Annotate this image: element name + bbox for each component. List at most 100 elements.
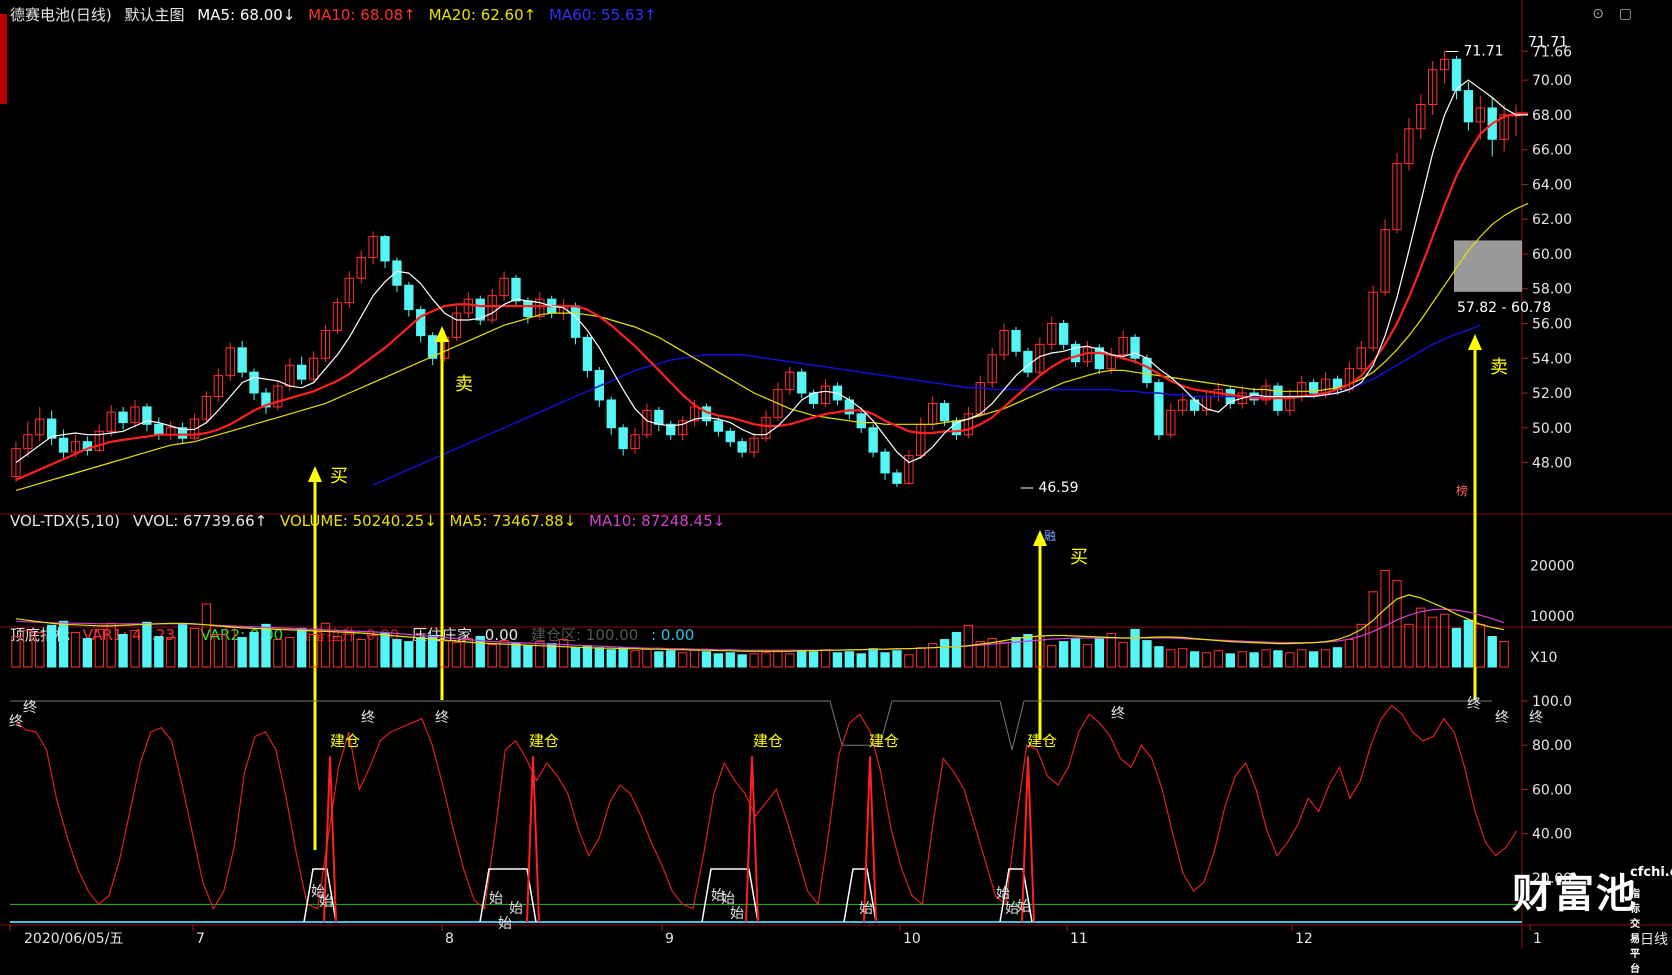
- volume-bar: [332, 636, 343, 668]
- volume-bar: [844, 651, 855, 668]
- build-label: 建仓: [1027, 732, 1057, 750]
- volume-bar: [297, 627, 307, 668]
- price-tick-label: 56.00: [1532, 316, 1572, 332]
- watermark-slogan: 指标交易平台: [1630, 889, 1640, 975]
- candle-body: [1451, 58, 1462, 92]
- build-spike: [745, 756, 759, 923]
- resistance-zone: [1454, 240, 1522, 292]
- volume-bar: [23, 629, 33, 668]
- volume-bar: [904, 654, 914, 668]
- volume-bar: [999, 642, 1009, 668]
- volume-bar: [654, 651, 664, 668]
- volume-bar: [82, 638, 93, 668]
- date-label: 1: [1533, 931, 1542, 947]
- ind-tick-label: 100.0: [1532, 694, 1572, 710]
- date-label: 12: [1295, 931, 1313, 947]
- volume-bar: [1487, 636, 1497, 668]
- volume-bar: [189, 627, 200, 668]
- start-label: 始: [730, 906, 744, 922]
- candle-body: [1023, 350, 1033, 373]
- candle-body: [237, 347, 247, 373]
- volume-bar: [58, 620, 69, 668]
- volume-bar: [785, 653, 795, 668]
- candle-body: [118, 411, 128, 424]
- candle-body: [880, 451, 890, 474]
- volume-bar: [213, 633, 224, 668]
- buy-label: 买: [330, 466, 348, 487]
- volume-bar: [725, 652, 735, 668]
- volume-bar: [261, 623, 271, 668]
- volume-bar: [237, 637, 247, 668]
- candle-body: [868, 427, 878, 453]
- volume-bar: [1297, 649, 1307, 668]
- price-tick-label: 68.00: [1532, 108, 1572, 124]
- chart-stage: 德赛电池(日线) 默认主图 MA5: 68.00↓ MA10: 68.08↑ M…: [0, 0, 1672, 975]
- volume-bar: [154, 636, 164, 668]
- candle-body: [297, 364, 307, 380]
- build-spike: [863, 756, 877, 923]
- volume-bar: [1118, 642, 1128, 668]
- ma5-line: [15, 79, 1528, 464]
- vol-unit-label: X10: [1530, 650, 1557, 666]
- volume-bar: [70, 631, 81, 668]
- volume-bar: [880, 652, 890, 668]
- build-label: 建仓: [330, 732, 360, 750]
- build-spike: [526, 756, 540, 923]
- volume-bar: [166, 637, 176, 668]
- volume-bar: [177, 623, 188, 668]
- price-tick-label: 58.00: [1532, 282, 1572, 298]
- candle-body: [1130, 336, 1140, 359]
- volume-bar: [404, 641, 414, 668]
- end-label: 终: [1495, 710, 1509, 726]
- volume-bar: [1332, 647, 1343, 668]
- start-label: 始: [1017, 899, 1031, 915]
- price-tick-label: 60.00: [1532, 247, 1572, 263]
- high-marker: — 71.71: [1445, 43, 1504, 59]
- price-tick-label: 64.00: [1532, 177, 1572, 193]
- volume-bar: [630, 650, 640, 668]
- volume-bar: [1070, 638, 1081, 668]
- volume-bar: [416, 637, 426, 668]
- volume-bar: [773, 651, 783, 668]
- volume-bar: [1047, 645, 1057, 668]
- candle-body: [737, 441, 747, 453]
- sell-arrow-2-head: [1468, 334, 1482, 350]
- volume-bar: [249, 631, 259, 668]
- volume-bar: [285, 637, 295, 668]
- price-tick-label: 54.00: [1532, 351, 1572, 367]
- price-tick-label: 62.00: [1532, 212, 1572, 228]
- price-tick-label: 50.00: [1532, 421, 1572, 437]
- candle-body: [654, 409, 664, 425]
- volume-bar: [356, 639, 366, 668]
- candle-body: [856, 413, 866, 429]
- start-label: 始: [489, 891, 503, 907]
- volume-bar: [1308, 651, 1319, 668]
- volume-bar: [1404, 623, 1414, 668]
- candle-body: [1463, 90, 1474, 123]
- volume-bar: [1130, 628, 1140, 668]
- volume-bar: [713, 653, 724, 668]
- volume-bar: [1285, 652, 1295, 668]
- volume-bar: [511, 643, 521, 668]
- range-band-line: [10, 700, 1492, 750]
- volume-bar: [1094, 637, 1105, 668]
- candle-body: [511, 277, 521, 302]
- volume-bar: [1463, 619, 1474, 668]
- volume-bar: [1154, 646, 1164, 668]
- volume-bar: [1082, 644, 1093, 668]
- candle-body: [47, 418, 57, 439]
- volume-bar: [94, 628, 104, 668]
- buy-label: 买: [1070, 547, 1088, 568]
- volume-bar: [1237, 651, 1247, 668]
- candle-body: [1058, 322, 1069, 345]
- volume-bar: [916, 647, 926, 668]
- volume-bar: [1344, 639, 1355, 668]
- volume-bar: [225, 626, 235, 668]
- volume-bar: [939, 639, 950, 668]
- build-label: 建仓: [869, 732, 899, 750]
- volume-bar: [594, 647, 604, 668]
- price-tick-label: 70.00: [1532, 73, 1572, 89]
- end-label: 终: [1467, 696, 1481, 712]
- start-label: 始: [996, 886, 1010, 902]
- volume-bar: [677, 652, 688, 668]
